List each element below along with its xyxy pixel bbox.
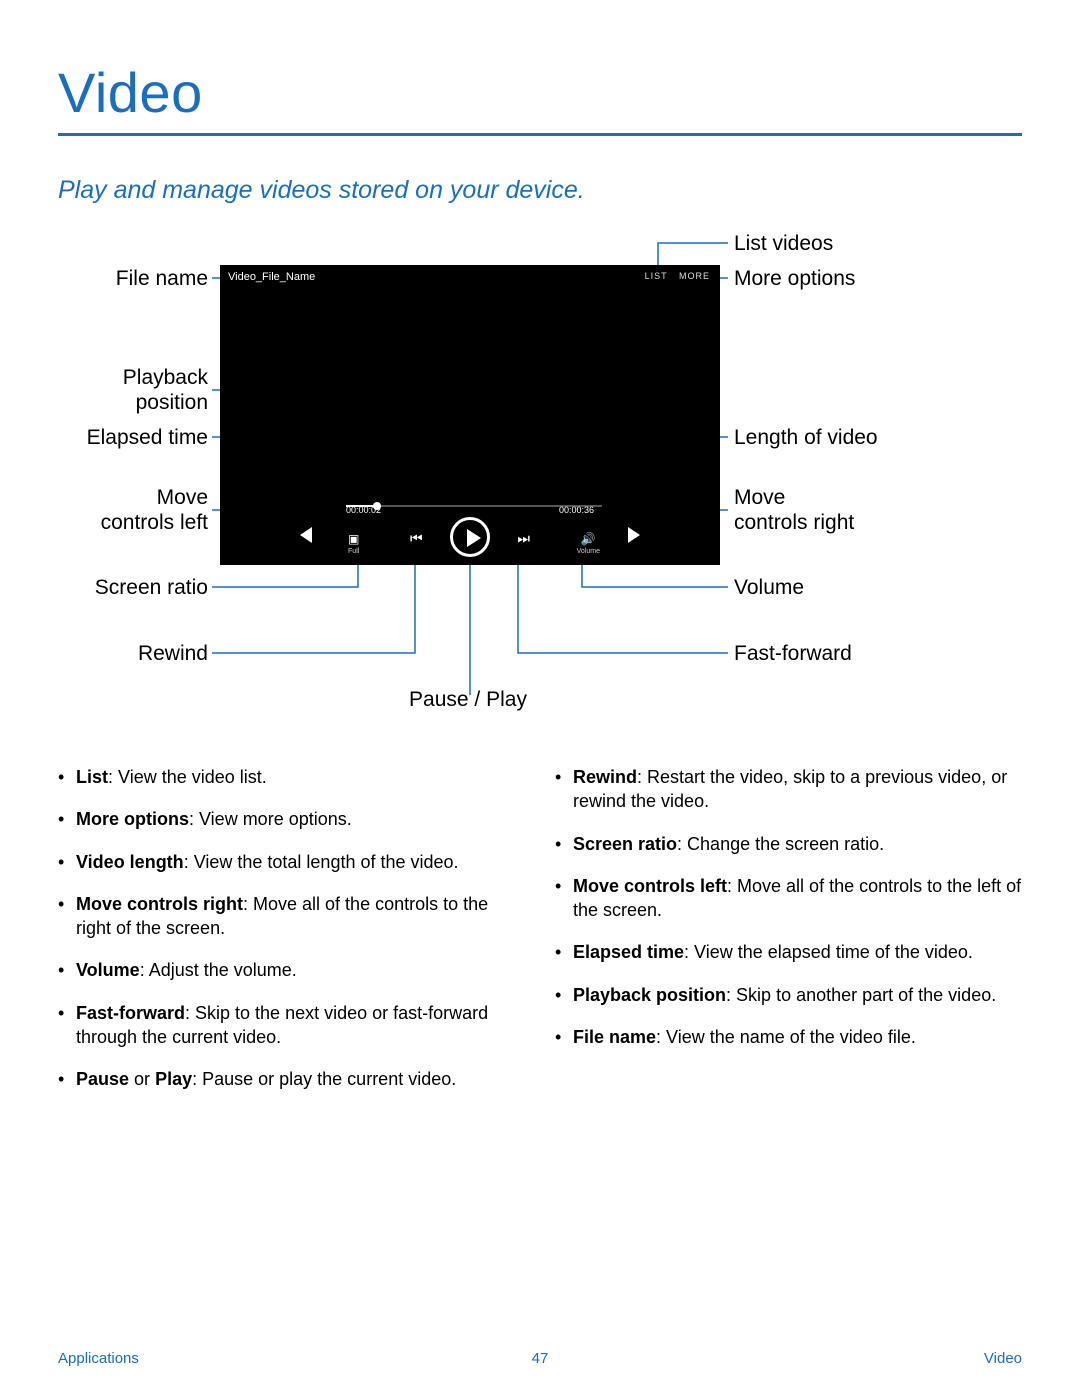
volume-icon: 🔊: [577, 532, 600, 546]
bullet-item: Move controls right: Move all of the con…: [58, 892, 525, 941]
callout-fast-forward: Fast-forward: [734, 641, 852, 666]
diagram: Video_File_Name LIST MORE 00:00:02 00:00…: [58, 235, 1022, 745]
bullet-item: Elapsed time: View the elapsed time of t…: [555, 940, 1022, 964]
callout-rewind: Rewind: [58, 641, 208, 666]
fast-forward-icon: ⏭: [517, 530, 530, 546]
more-button[interactable]: MORE: [679, 271, 710, 281]
bullet-item: Playback position: Skip to another part …: [555, 983, 1022, 1007]
callout-elapsed-time: Elapsed time: [58, 425, 208, 450]
callout-volume: Volume: [734, 575, 804, 600]
rewind-button[interactable]: ⏮: [410, 530, 423, 547]
play-pause-button[interactable]: [450, 517, 490, 557]
rewind-icon: ⏮: [410, 530, 423, 546]
title-rule: [58, 133, 1022, 136]
screen-ratio-label: Full: [348, 548, 359, 555]
bullet-item: List: View the video list.: [58, 765, 525, 789]
callout-length: Length of video: [734, 425, 878, 450]
callout-move-right: Movecontrols right: [734, 485, 854, 535]
volume-button[interactable]: 🔊 Volume: [577, 532, 600, 555]
bullets-right: Rewind: Restart the video, skip to a pre…: [555, 765, 1022, 1110]
play-icon: [467, 529, 481, 547]
bullet-item: More options: View more options.: [58, 807, 525, 831]
footer-page-number: 47: [532, 1350, 549, 1367]
callout-more-options: More options: [734, 266, 855, 291]
bullet-item: File name: View the name of the video fi…: [555, 1025, 1022, 1049]
video-player: Video_File_Name LIST MORE 00:00:02 00:00…: [220, 265, 720, 565]
bullet-item: Pause or Play: Pause or play the current…: [58, 1067, 525, 1091]
page-title: Video: [58, 60, 1022, 125]
video-length: 00:00:36: [559, 505, 594, 515]
footer-right: Video: [984, 1350, 1022, 1367]
list-button[interactable]: LIST: [645, 271, 668, 281]
screen-ratio-button[interactable]: ▣ Full: [348, 532, 359, 555]
elapsed-time: 00:00:02: [346, 505, 381, 515]
page-footer: Applications 47 Video: [0, 1350, 1080, 1367]
page-subtitle: Play and manage videos stored on your de…: [58, 176, 1022, 205]
bullets-columns: List: View the video list. More options:…: [58, 765, 1022, 1110]
callout-list-videos: List videos: [734, 231, 833, 256]
bullet-item: Rewind: Restart the video, skip to a pre…: [555, 765, 1022, 814]
bullet-item: Move controls left: Move all of the cont…: [555, 874, 1022, 923]
screen-ratio-icon: ▣: [348, 532, 359, 546]
bullet-item: Screen ratio: Change the screen ratio.: [555, 832, 1022, 856]
callout-pause-play: Pause / Play: [358, 687, 578, 712]
callout-move-left: Movecontrols left: [58, 485, 208, 535]
bullet-item: Volume: Adjust the volume.: [58, 958, 525, 982]
callout-playback-position: Playbackposition: [58, 365, 208, 415]
bullet-item: Fast-forward: Skip to the next video or …: [58, 1001, 525, 1050]
move-controls-right-icon[interactable]: [628, 527, 640, 543]
file-name-display: Video_File_Name: [228, 271, 315, 283]
footer-left: Applications: [58, 1350, 139, 1367]
callout-file-name: File name: [58, 266, 208, 291]
bullets-left: List: View the video list. More options:…: [58, 765, 525, 1110]
callout-screen-ratio: Screen ratio: [58, 575, 208, 600]
fast-forward-button[interactable]: ⏭: [517, 530, 530, 547]
move-controls-left-icon[interactable]: [300, 527, 312, 543]
bullet-item: Video length: View the total length of t…: [58, 850, 525, 874]
volume-label: Volume: [577, 548, 600, 555]
